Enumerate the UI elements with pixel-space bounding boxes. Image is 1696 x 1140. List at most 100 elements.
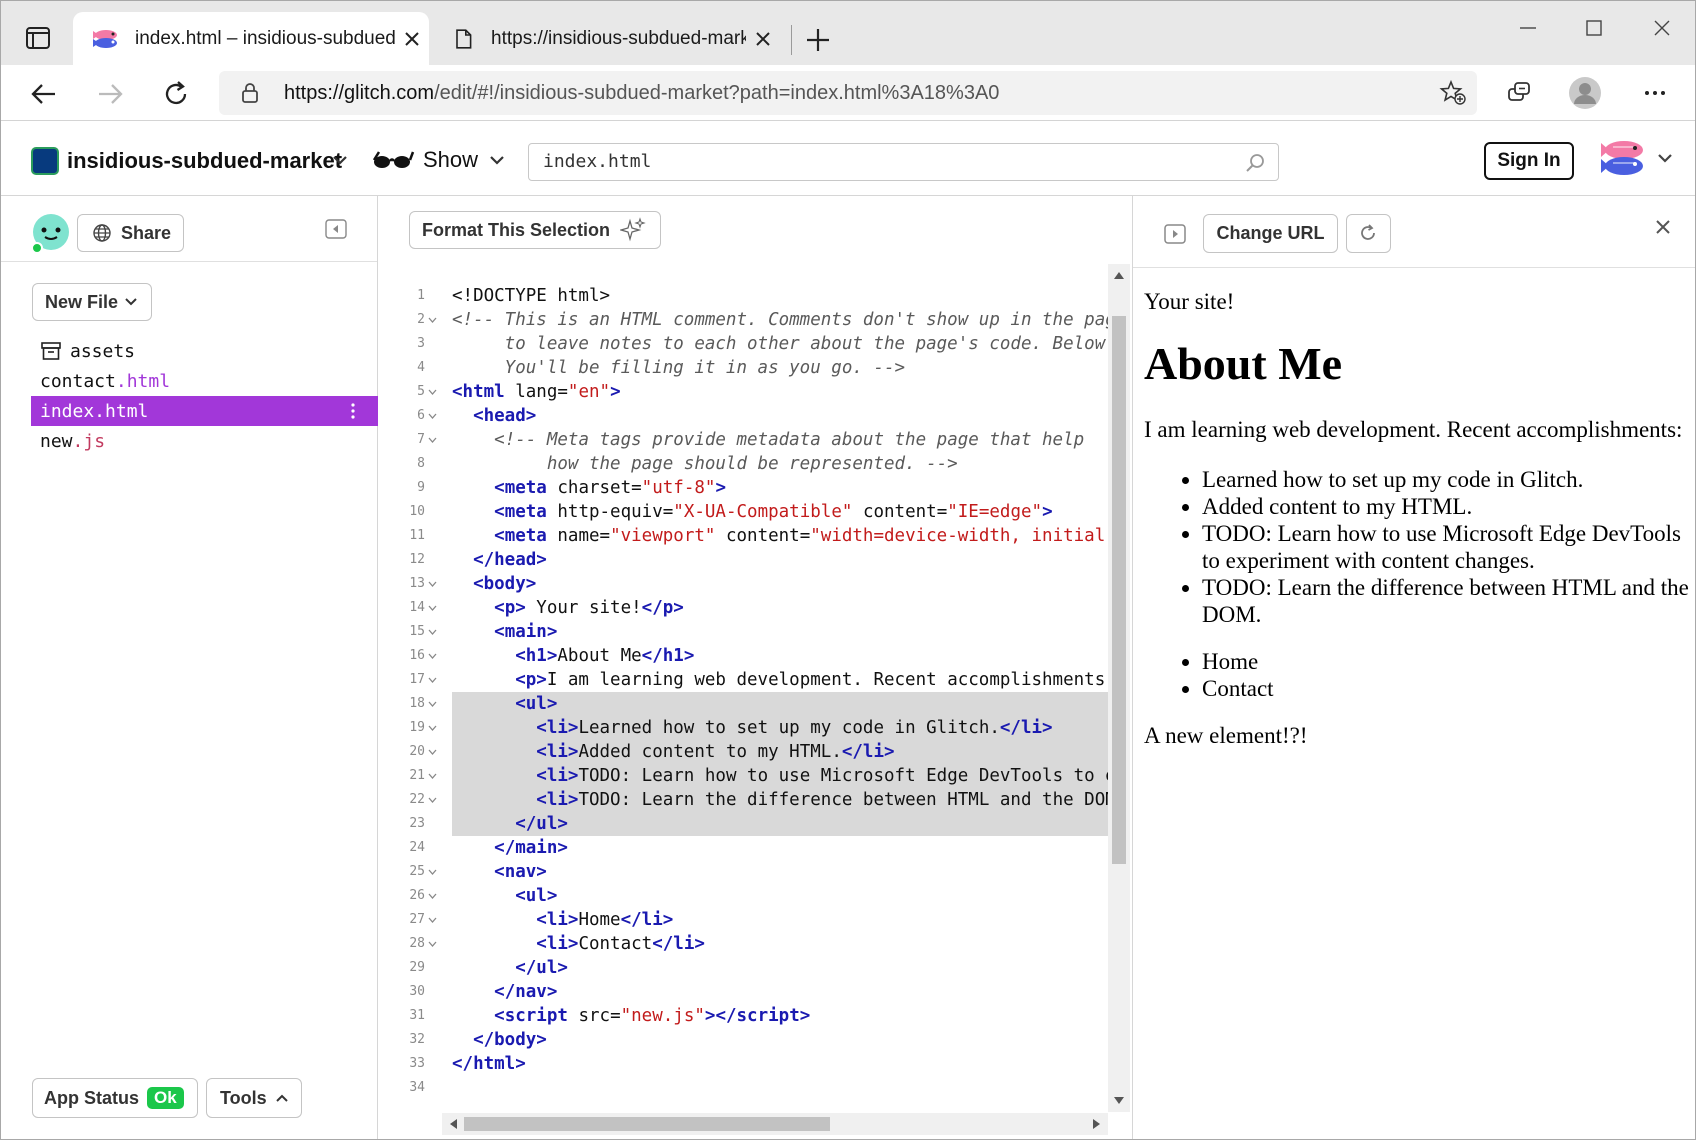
fold-chevron-icon[interactable]: [428, 653, 437, 659]
code-line[interactable]: 7 <!-- Meta tags provide metadata about …: [378, 428, 1108, 452]
plus-icon[interactable]: [801, 23, 835, 57]
code-line[interactable]: 20 <li>Added content to my HTML.</li>: [378, 740, 1108, 764]
close-icon[interactable]: [752, 28, 774, 50]
code-line[interactable]: 22 <li>TODO: Learn the difference betwee…: [378, 788, 1108, 812]
favorite-star-icon[interactable]: [1439, 79, 1467, 107]
code-line[interactable]: 5 <html lang="en">: [378, 380, 1108, 404]
app-status-button[interactable]: App Status Ok: [32, 1078, 198, 1118]
code-area[interactable]: 1 <!DOCTYPE html> 2 <!-- This is an HTML co…: [378, 284, 1108, 1114]
lock-icon[interactable]: [239, 82, 261, 104]
fold-chevron-icon[interactable]: [428, 701, 437, 707]
maximize-icon[interactable]: [1581, 15, 1607, 41]
code-line[interactable]: 11 <meta name="viewport" content="width=…: [378, 524, 1108, 548]
code-line[interactable]: 25 <nav>: [378, 860, 1108, 884]
new-file-button[interactable]: New File: [32, 283, 152, 321]
change-url-button[interactable]: Change URL: [1203, 214, 1338, 253]
fold-chevron-icon[interactable]: [428, 317, 437, 323]
project-name[interactable]: insidious-subdued-market: [67, 148, 342, 174]
code-line[interactable]: 28 <li>Contact</li>: [378, 932, 1108, 956]
kebab-icon[interactable]: [350, 401, 356, 421]
search-icon[interactable]: [1244, 152, 1266, 174]
file-item-new-js[interactable]: new .js: [31, 426, 378, 456]
project-avatar[interactable]: [31, 147, 59, 175]
code-line[interactable]: 33 </html>: [378, 1052, 1108, 1076]
code-line[interactable]: 1 <!DOCTYPE html>: [378, 284, 1108, 308]
fold-chevron-icon[interactable]: [428, 869, 437, 875]
code-line[interactable]: 3 to leave notes to each other about the…: [378, 332, 1108, 356]
code-line[interactable]: 12 </head>: [378, 548, 1108, 572]
sign-in-button[interactable]: Sign In: [1484, 142, 1574, 180]
fold-chevron-icon[interactable]: [428, 917, 437, 923]
code-line[interactable]: 19 <li>Learned how to set up my code in …: [378, 716, 1108, 740]
show-button[interactable]: Show: [371, 145, 506, 175]
fold-chevron-icon[interactable]: [428, 605, 437, 611]
collections-icon[interactable]: [1501, 75, 1537, 111]
user-avatar[interactable]: [31, 213, 71, 253]
scroll-up-icon[interactable]: [1113, 270, 1125, 280]
forward-arrow-icon[interactable]: [93, 77, 127, 111]
tools-button[interactable]: Tools: [206, 1078, 302, 1118]
tab-actions-icon[interactable]: [23, 23, 53, 53]
more-icon[interactable]: [1637, 75, 1673, 111]
code-line[interactable]: 24 </main>: [378, 836, 1108, 860]
file-search-input[interactable]: [543, 151, 1223, 172]
format-selection-button[interactable]: Format This Selection: [409, 211, 661, 249]
code-line[interactable]: 17 <p>I am learning web development. Rec…: [378, 668, 1108, 692]
preview-refresh-button[interactable]: [1346, 214, 1391, 253]
glitch-menu[interactable]: [1597, 135, 1687, 183]
share-button[interactable]: Share: [77, 214, 184, 252]
code-line[interactable]: 26 <ul>: [378, 884, 1108, 908]
code-line[interactable]: 18 <ul>: [378, 692, 1108, 716]
code-line[interactable]: 16 <h1>About Me</h1>: [378, 644, 1108, 668]
code-line[interactable]: 27 <li>Home</li>: [378, 908, 1108, 932]
code-line[interactable]: 2 <!-- This is an HTML comment. Comments …: [378, 308, 1108, 332]
code-line[interactable]: 9 <meta charset="utf-8">: [378, 476, 1108, 500]
code-line[interactable]: 29 </ul>: [378, 956, 1108, 980]
fold-chevron-icon[interactable]: [428, 893, 437, 899]
url-field[interactable]: https://glitch.com/edit/#!/insidious-sub…: [219, 71, 1477, 115]
fold-chevron-icon[interactable]: [428, 941, 437, 947]
fold-chevron-icon[interactable]: [428, 581, 437, 587]
file-item-index-html[interactable]: index.html: [31, 396, 378, 426]
fold-chevron-icon[interactable]: [428, 749, 437, 755]
refresh-icon[interactable]: [159, 77, 193, 111]
file-item-assets[interactable]: assets: [31, 336, 378, 366]
collapse-panel-icon[interactable]: [325, 219, 347, 239]
code-line[interactable]: 15 <main>: [378, 620, 1108, 644]
code-line[interactable]: 30 </nav>: [378, 980, 1108, 1004]
tab-live-site[interactable]: https://insidious-subdued-market.glitch.…: [435, 12, 785, 65]
file-search-field[interactable]: [528, 143, 1279, 181]
code-line[interactable]: 23 </ul>: [378, 812, 1108, 836]
profile-icon[interactable]: [1567, 75, 1603, 111]
fold-chevron-icon[interactable]: [428, 677, 437, 683]
fold-chevron-icon[interactable]: [428, 413, 437, 419]
fold-chevron-icon[interactable]: [428, 773, 437, 779]
scrollbar-thumb[interactable]: [464, 1117, 830, 1131]
vertical-scrollbar[interactable]: [1108, 264, 1130, 1112]
file-item-contact-html[interactable]: contact .html: [31, 366, 378, 396]
code-line[interactable]: 34: [378, 1076, 1108, 1100]
code-line[interactable]: 10 <meta http-equiv="X-UA-Compatible" co…: [378, 500, 1108, 524]
fold-chevron-icon[interactable]: [428, 437, 437, 443]
code-line[interactable]: 6 <head>: [378, 404, 1108, 428]
code-line[interactable]: 4 You'll be filling it in as you go. -->: [378, 356, 1108, 380]
code-line[interactable]: 21 <li>TODO: Learn how to use Microsoft …: [378, 764, 1108, 788]
chevron-down-icon[interactable]: [331, 151, 349, 169]
minimize-icon[interactable]: [1515, 15, 1541, 41]
close-icon[interactable]: [1649, 15, 1675, 41]
fold-chevron-icon[interactable]: [428, 797, 437, 803]
close-icon[interactable]: [401, 28, 423, 50]
scrollbar-thumb[interactable]: [1112, 316, 1126, 864]
code-line[interactable]: 8 how the page should be represented. --…: [378, 452, 1108, 476]
horizontal-scrollbar[interactable]: [442, 1113, 1108, 1135]
preview-play-icon[interactable]: [1163, 222, 1187, 246]
back-arrow-icon[interactable]: [27, 77, 61, 111]
tab-glitch-editor[interactable]: index.html – insidious-subdued-market: [73, 12, 429, 65]
code-line[interactable]: 13 <body>: [378, 572, 1108, 596]
fold-chevron-icon[interactable]: [428, 725, 437, 731]
close-icon[interactable]: [1654, 218, 1672, 236]
fold-chevron-icon[interactable]: [428, 629, 437, 635]
fold-chevron-icon[interactable]: [428, 389, 437, 395]
code-line[interactable]: 32 </body>: [378, 1028, 1108, 1052]
scroll-right-icon[interactable]: [1092, 1118, 1102, 1130]
